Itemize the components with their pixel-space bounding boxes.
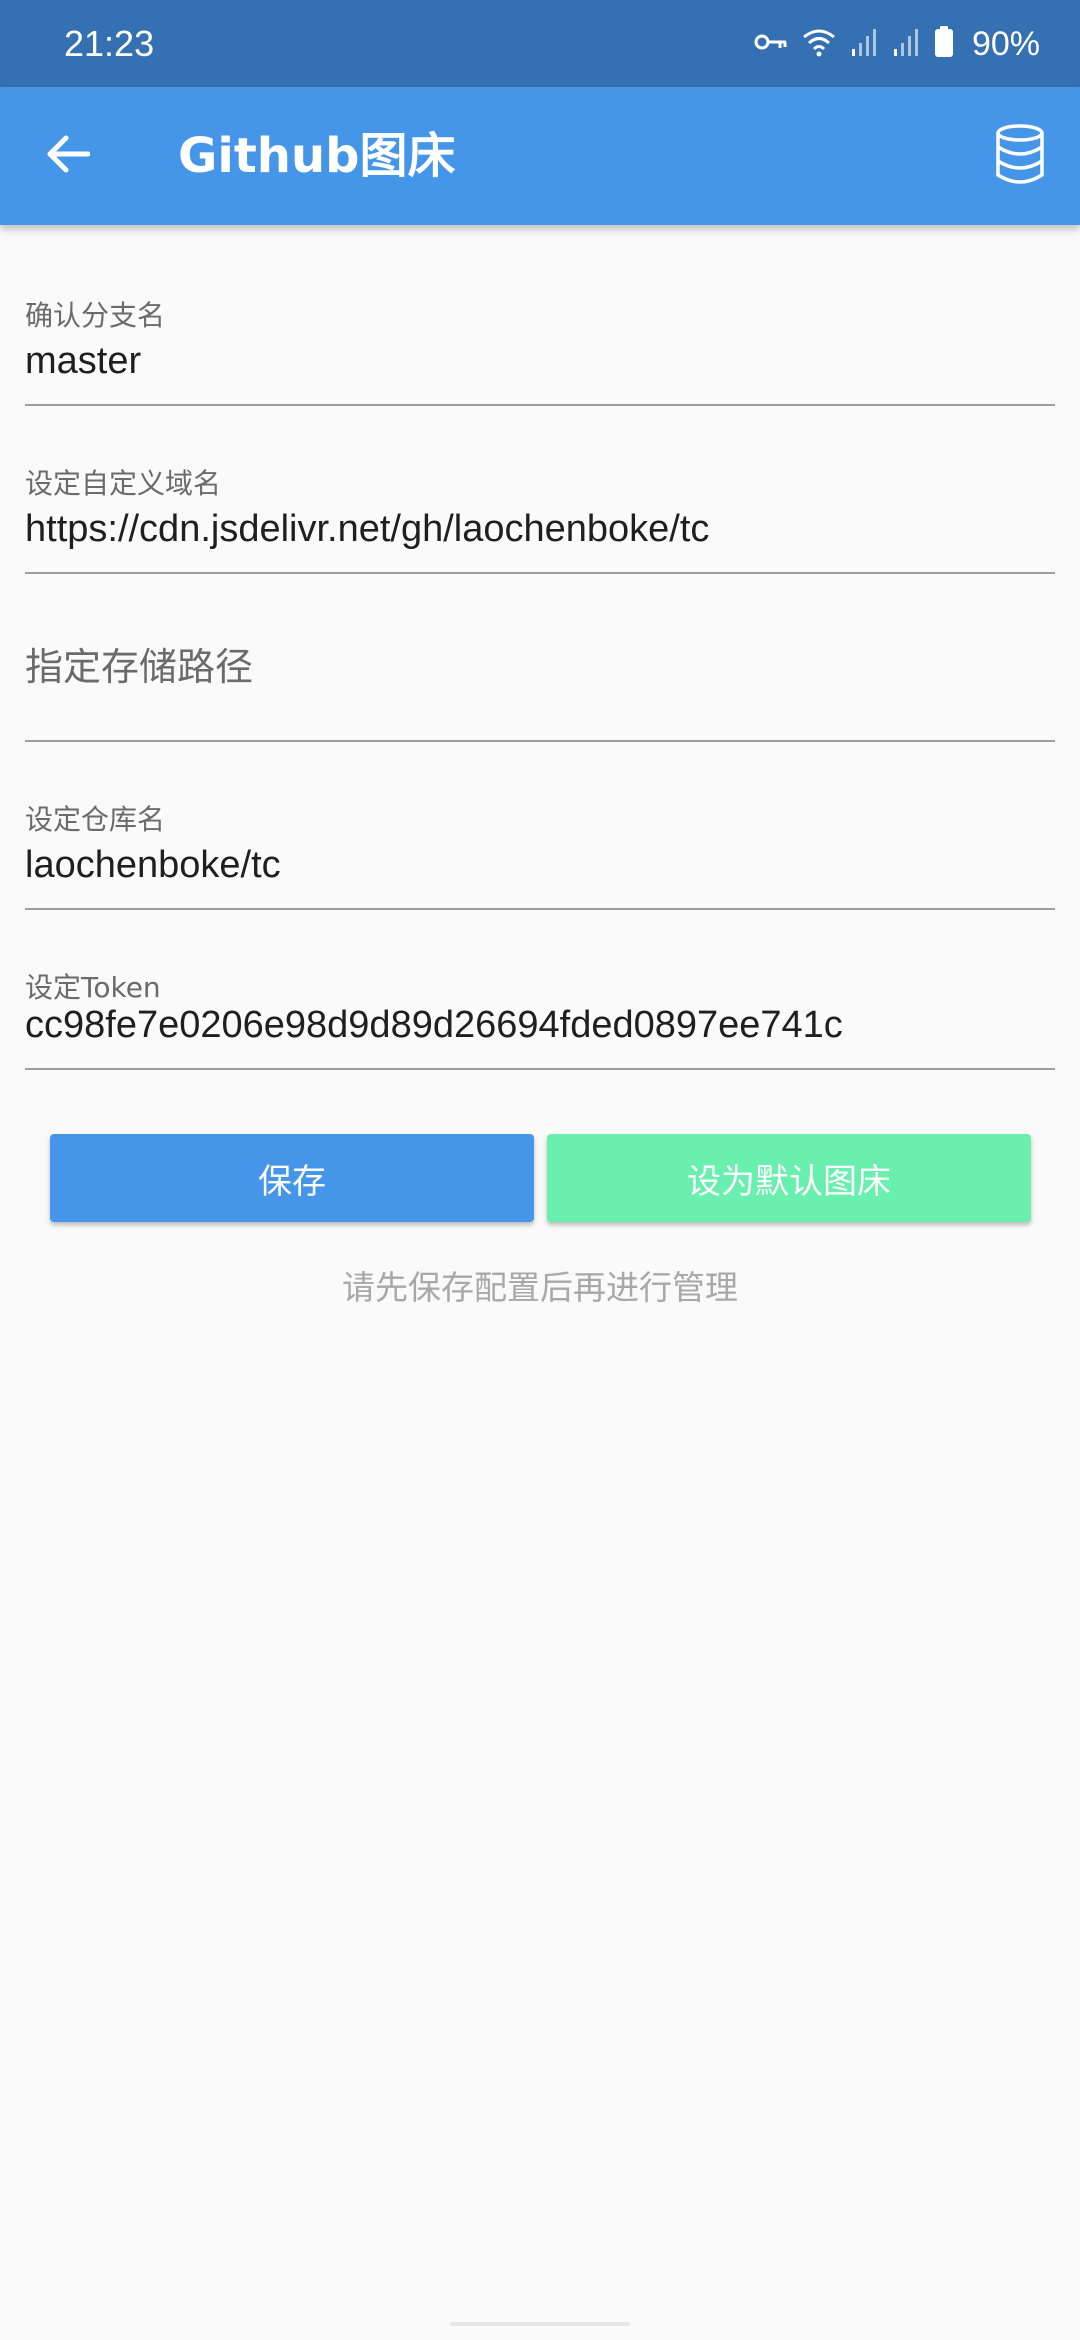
battery-percent: 90% <box>971 24 1040 63</box>
save-button[interactable]: 保存 <box>50 1134 534 1222</box>
repo-field[interactable]: 设定仓库名 laochenboke/tc <box>25 742 1055 910</box>
signal-icon <box>892 27 920 61</box>
branch-label: 确认分支名 <box>25 299 166 332</box>
branch-field[interactable]: 确认分支名 master <box>25 238 1055 406</box>
path-input[interactable]: 指定存储路径 <box>25 642 253 692</box>
status-icons: 90% <box>754 22 1040 66</box>
hint-text: 请先保存配置后再进行管理 <box>342 1268 738 1307</box>
token-field[interactable]: 设定Token cc98fe7e0206e98d9d89d26694fded08… <box>25 910 1055 1070</box>
token-underline <box>25 1068 1055 1070</box>
vpn-key-icon <box>754 32 788 56</box>
arrow-back-icon <box>46 134 91 178</box>
database-icon <box>994 124 1046 188</box>
database-button[interactable] <box>986 122 1054 190</box>
wifi-icon <box>802 27 836 61</box>
back-button[interactable] <box>36 124 100 188</box>
domain-input[interactable]: https://cdn.jsdelivr.net/gh/laochenboke/… <box>25 504 709 554</box>
path-field[interactable]: 指定存储路径 <box>25 574 1055 742</box>
domain-label: 设定自定义域名 <box>25 467 222 500</box>
repo-label: 设定仓库名 <box>25 803 166 836</box>
branch-input[interactable]: master <box>25 336 141 386</box>
home-indicator[interactable] <box>450 2322 630 2326</box>
battery-icon <box>934 26 954 62</box>
page-title: Github图床 <box>178 128 456 184</box>
signal-icon <box>850 27 878 61</box>
set-default-button[interactable]: 设为默认图床 <box>547 1134 1031 1222</box>
repo-input[interactable]: laochenboke/tc <box>25 840 281 890</box>
token-input[interactable]: cc98fe7e0206e98d9d89d26694fded0897ee741c <box>25 1000 843 1050</box>
status-time: 21:23 <box>64 23 155 64</box>
domain-field[interactable]: 设定自定义域名 https://cdn.jsdelivr.net/gh/laoc… <box>25 406 1055 574</box>
status-bar: 21:23 90% <box>0 0 1080 87</box>
app-bar: Github图床 <box>0 87 1080 225</box>
